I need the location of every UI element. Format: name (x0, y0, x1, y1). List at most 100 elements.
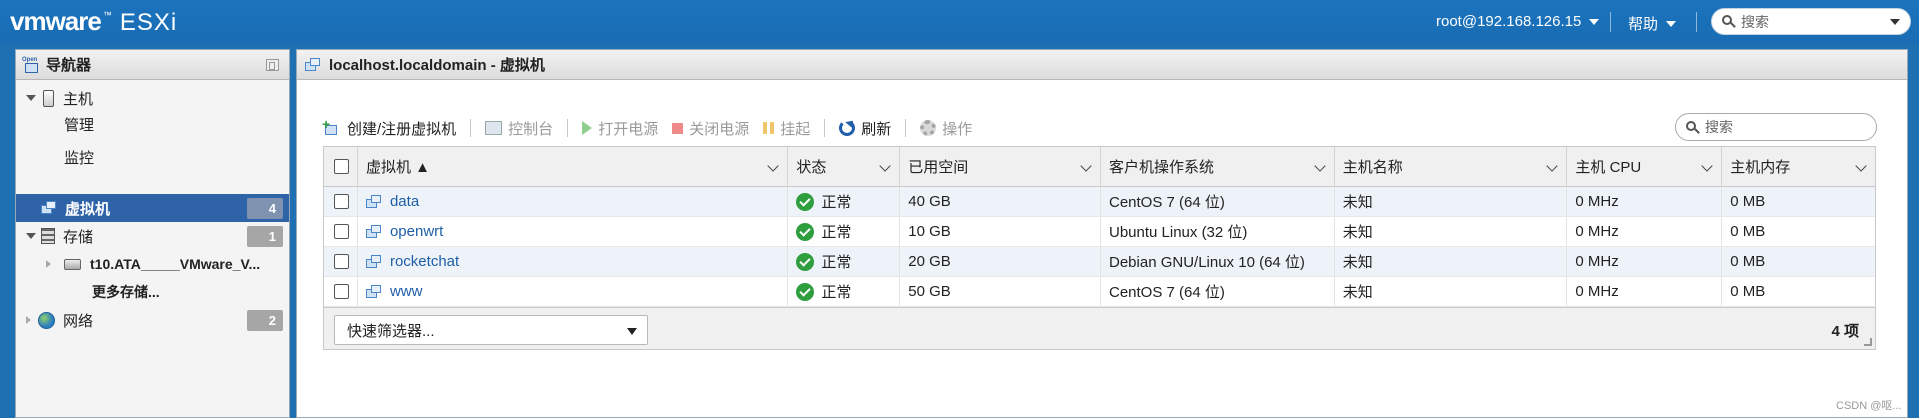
chevron-down-icon[interactable] (879, 160, 891, 172)
search-placeholder: 搜索 (1741, 13, 1769, 30)
chevron-down-icon[interactable] (1855, 160, 1867, 172)
expand-icon[interactable] (26, 95, 36, 101)
power-on-button[interactable]: 打开电源 (582, 118, 658, 139)
status-ok-icon (796, 192, 815, 211)
chevron-down-icon[interactable] (1546, 160, 1559, 172)
vm-icon (305, 57, 321, 72)
user-menu-label: root@192.168.126.15 (1436, 13, 1582, 30)
column-header-used-space[interactable]: 已用空间 (900, 147, 1101, 186)
vm-link[interactable]: openwrt (390, 223, 443, 240)
nav-item-more-storage[interactable]: 更多存储... (16, 278, 289, 306)
vm-name-cell: www (358, 277, 789, 306)
power-off-button[interactable]: 关闭电源 (672, 118, 749, 139)
vm-link[interactable]: data (390, 193, 419, 210)
row-checkbox[interactable] (334, 284, 349, 299)
nav-item-virtual-machines[interactable]: 虚拟机 4 (16, 194, 289, 222)
console-button[interactable]: 控制台 (485, 118, 553, 139)
column-header-host-memory[interactable]: 主机内存 (1722, 147, 1875, 186)
help-menu-label: 帮助 (1628, 16, 1659, 33)
nav-item-datastore[interactable]: t10.ATA_____VMware_V... (16, 250, 289, 278)
select-all-cell (324, 147, 358, 186)
chevron-down-icon[interactable] (1701, 160, 1713, 172)
play-icon (582, 121, 593, 135)
navigator-icon: Open (22, 57, 40, 73)
used-space-cell: 10 GB (900, 217, 1101, 246)
search-placeholder: 搜索 (1705, 119, 1733, 135)
host-name-cell: 未知 (1335, 277, 1568, 306)
vm-icon (365, 224, 382, 239)
nav-item-label: 虚拟机 (65, 200, 111, 218)
vm-link[interactable]: www (390, 283, 423, 300)
status-text: 正常 (821, 194, 852, 211)
expand-icon[interactable] (26, 316, 31, 324)
row-checkbox[interactable] (334, 254, 349, 269)
vmware-esxi-logo: vmware ™ ESXi (10, 6, 177, 38)
host-name-cell: 未知 (1335, 217, 1568, 246)
column-header-host-cpu[interactable]: 主机 CPU (1567, 147, 1723, 186)
select-all-checkbox[interactable] (334, 159, 349, 174)
global-search-input[interactable]: 搜索 (1711, 8, 1911, 35)
expand-icon[interactable] (46, 260, 51, 268)
suspend-button[interactable]: 挂起 (763, 118, 810, 139)
table-header: 虚拟机 ▲ 状态 已用空间 客户机操作系统 主机名称 主机 CPU 主机内存 (324, 147, 1875, 187)
chevron-down-icon[interactable] (1080, 160, 1092, 172)
refresh-icon (839, 120, 856, 136)
row-select-cell (324, 277, 358, 306)
vm-icon (365, 284, 382, 299)
host-name-cell: 未知 (1335, 187, 1568, 216)
power-on-label: 打开电源 (598, 120, 659, 138)
table-row[interactable]: rocketchat 正常 20 GB Debian GNU/Linux 10 … (324, 247, 1875, 277)
chevron-down-icon[interactable] (767, 160, 780, 172)
vm-search-input[interactable]: 搜索 (1675, 113, 1877, 141)
row-checkbox[interactable] (334, 194, 349, 209)
vm-name-cell: data (358, 187, 789, 216)
table-row[interactable]: www 正常 50 GB CentOS 7 (64 位) 未知 0 MHz 0 … (324, 277, 1875, 307)
status-ok-icon (796, 222, 815, 241)
nav-item-manage[interactable]: 管理 (16, 110, 289, 138)
table-row[interactable]: openwrt 正常 10 GB Ubuntu Linux (32 位) 未知 … (324, 217, 1875, 247)
chevron-down-icon[interactable] (1890, 18, 1900, 25)
column-header-host-name[interactable]: 主机名称 (1335, 147, 1568, 186)
row-checkbox[interactable] (334, 224, 349, 239)
logo-brand: vmware (10, 6, 102, 36)
navigator-panel: Open 导航器 主机 管理 监控 虚拟机 4 存储 1 t10.ATA____… (15, 49, 290, 418)
actions-button[interactable]: 操作 (920, 118, 972, 139)
table-row[interactable]: data 正常 40 GB CentOS 7 (64 位) 未知 0 MHz 0… (324, 187, 1875, 217)
column-header-status[interactable]: 状态 (788, 147, 901, 186)
column-header-vm[interactable]: 虚拟机 ▲ (358, 147, 789, 186)
host-memory-cell: 0 MB (1730, 283, 1766, 300)
column-label: 主机 CPU (1575, 159, 1642, 176)
nav-item-monitor[interactable]: 监控 (16, 143, 289, 171)
refresh-button[interactable]: 刷新 (839, 118, 891, 139)
host-cpu-cell: 0 MHz (1567, 217, 1723, 246)
vm-link[interactable]: rocketchat (390, 253, 459, 270)
column-header-guest-os[interactable]: 客户机操作系统 (1101, 147, 1335, 186)
power-off-label: 关闭电源 (689, 120, 750, 138)
nav-item-label: 存储 (63, 228, 94, 246)
used-space-cell: 50 GB (900, 277, 1101, 306)
nav-item-storage[interactable]: 存储 1 (16, 222, 289, 250)
collapse-panel-icon[interactable] (266, 59, 279, 71)
status-text: 正常 (821, 254, 852, 271)
host-cpu-cell: 0 MHz (1567, 277, 1723, 306)
nav-item-host[interactable]: 主机 (16, 84, 289, 112)
help-menu[interactable]: 帮助 (1628, 13, 1677, 34)
chevron-down-icon[interactable] (1314, 160, 1326, 172)
create-vm-button[interactable]: + 创建/注册虚拟机 (322, 116, 456, 139)
quick-filter-select[interactable]: 快速筛选器... (334, 315, 648, 345)
resize-handle-icon[interactable] (1864, 338, 1872, 346)
status-cell: 正常 (788, 247, 901, 276)
expand-icon[interactable] (26, 233, 36, 239)
gear-icon (920, 120, 937, 136)
status-text: 正常 (821, 284, 852, 301)
user-menu[interactable]: root@192.168.126.15 (1436, 13, 1600, 30)
nav-item-network[interactable]: 网络 2 (16, 306, 289, 334)
divider (470, 119, 472, 137)
actions-label: 操作 (942, 120, 973, 138)
status-cell: 正常 (788, 217, 901, 246)
host-cpu-cell: 0 MHz (1567, 187, 1723, 216)
pause-icon (763, 122, 775, 134)
vm-name-cell: openwrt (358, 217, 789, 246)
status-cell: 正常 (788, 187, 901, 216)
host-memory-cell: 0 MB (1730, 253, 1766, 270)
